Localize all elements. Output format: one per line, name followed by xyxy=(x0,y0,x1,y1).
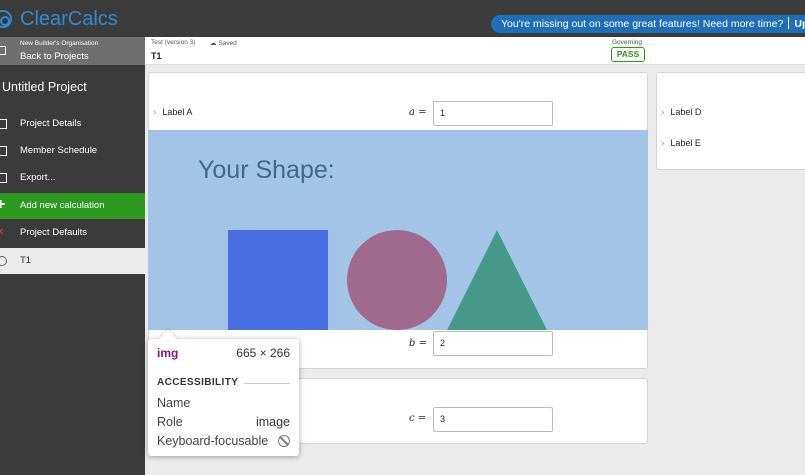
logo-text: ClearCalcs xyxy=(20,8,118,30)
logo-icon xyxy=(0,10,12,28)
tooltip-focus-label: Keyboard-focusable xyxy=(157,434,269,448)
back-to-projects-button[interactable]: New Builder's Organisation Back to Proje… xyxy=(0,37,145,65)
sidebar-item-label: Add new calculation xyxy=(20,200,105,211)
tooltip-role-label: Role xyxy=(157,415,183,429)
symbol-c-text: c xyxy=(409,413,415,424)
tooltip-tag: img xyxy=(157,346,179,360)
symbol-a: a = xyxy=(409,107,427,118)
sidebar-item-label: Member Schedule xyxy=(20,145,98,156)
label-d[interactable]: Label D xyxy=(661,107,701,118)
tooltip-divider xyxy=(244,383,290,384)
upgrade-link[interactable]: Upgrade xyxy=(794,18,805,30)
saved-indicator: ☁ Saved xyxy=(210,40,237,47)
sidebar-item-label: Project Defaults xyxy=(20,227,88,238)
input-b[interactable]: 2 xyxy=(433,331,553,356)
back-to-projects-label: Back to Projects xyxy=(20,51,89,62)
square-shape xyxy=(228,230,328,330)
tooltip-role-value: image xyxy=(255,415,290,429)
sidebar-item-t1[interactable]: T1 xyxy=(0,248,145,274)
sidebar-item-label: Project Details xyxy=(20,118,82,129)
tooltip-role-row: Role image xyxy=(157,415,290,429)
sidebar-item-label: Export... xyxy=(20,172,56,183)
circle-shape xyxy=(347,230,447,330)
sidebar: New Builder's Organisation Back to Proje… xyxy=(0,37,145,475)
governing-label: Governing xyxy=(612,39,642,46)
sidebar-item-label: T1 xyxy=(20,255,32,266)
sidebar-item-export[interactable]: Export... xyxy=(0,165,145,191)
top-bar: ClearCalcs You're missing out on some gr… xyxy=(0,0,805,37)
logo[interactable]: ClearCalcs xyxy=(0,9,118,29)
input-c[interactable]: 3 xyxy=(433,407,553,432)
sidebar-item-project-details[interactable]: Project Details xyxy=(0,111,145,137)
plus-icon xyxy=(0,192,7,218)
calculation-name[interactable]: T1 xyxy=(151,51,162,61)
tooltip-name-label: Name xyxy=(157,396,191,410)
table-icon xyxy=(0,146,7,156)
not-allowed-icon xyxy=(278,435,290,447)
outputs-card xyxy=(656,72,805,170)
tooltip-focus-row: Keyboard-focusable xyxy=(157,434,290,448)
promo-text: You're missing out on some great feature… xyxy=(501,18,784,30)
tooltip-size: 665 × 266 xyxy=(236,346,290,360)
calculation-status-bar: Test (version 3) ☁ Saved T1 Governing PA… xyxy=(145,37,805,65)
organisation-name: New Builder's Organisation xyxy=(20,40,99,47)
input-a[interactable]: 1 xyxy=(433,101,553,126)
sidebar-item-member-schedule[interactable]: Member Schedule xyxy=(0,138,145,164)
gear-icon xyxy=(0,119,7,129)
project-name[interactable]: Untitled Project xyxy=(2,80,87,94)
triangle-shape xyxy=(447,230,547,330)
inspect-tooltip: img 665 × 266 ACCESSIBILITY Name Role im… xyxy=(148,339,299,456)
version-label: Test (version 3) xyxy=(151,39,196,46)
shape-title: Your Shape: xyxy=(198,156,335,184)
upgrade-banner[interactable]: You're missing out on some great feature… xyxy=(491,15,805,33)
tooltip-name-row: Name xyxy=(157,396,290,410)
sidebar-item-add-calculation[interactable]: Add new calculation xyxy=(0,192,145,219)
symbol-a-text: a xyxy=(409,107,415,118)
x-icon xyxy=(0,220,7,246)
status-badge: PASS xyxy=(611,47,645,62)
printer-icon xyxy=(0,173,7,183)
symbol-b: b = xyxy=(409,338,427,349)
calc-icon xyxy=(0,256,7,266)
label-a[interactable]: Label A xyxy=(153,107,192,118)
shape-image: Your Shape: xyxy=(148,130,648,330)
back-icon xyxy=(0,46,6,55)
symbol-c: c = xyxy=(409,413,427,424)
saved-label: Saved xyxy=(218,40,237,47)
label-e[interactable]: Label E xyxy=(661,138,701,149)
promo-divider xyxy=(788,17,790,29)
sidebar-item-project-defaults[interactable]: Project Defaults xyxy=(0,220,145,246)
symbol-b-text: b xyxy=(409,338,416,349)
tooltip-accessibility-heading: ACCESSIBILITY xyxy=(157,377,239,388)
